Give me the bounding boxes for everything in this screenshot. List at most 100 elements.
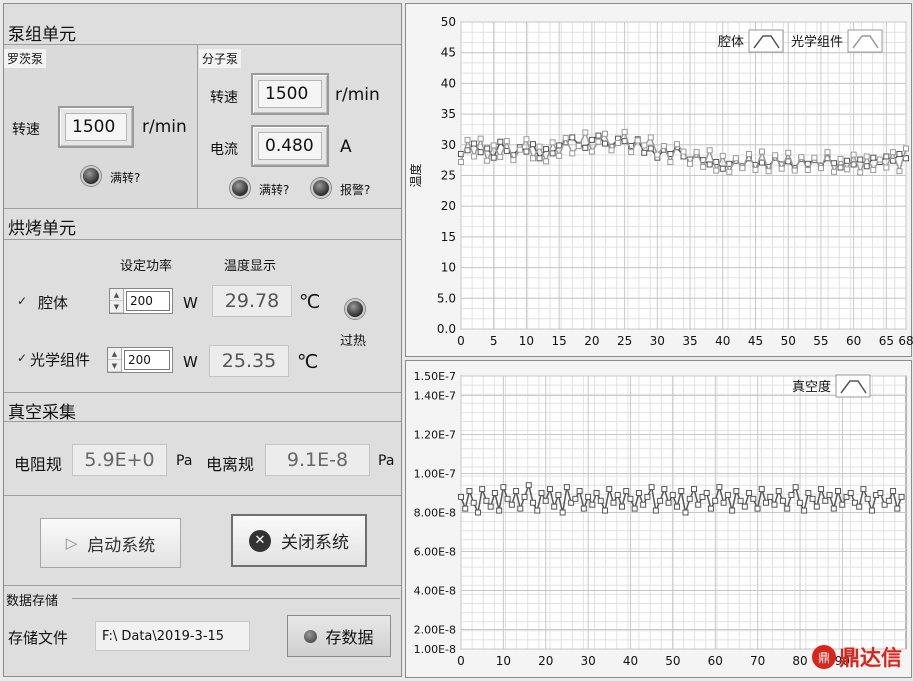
data-point bbox=[477, 149, 484, 156]
resistance-gauge-label: 电阻规 bbox=[14, 455, 63, 474]
data-point bbox=[628, 149, 635, 156]
optics-checkbox[interactable]: ✓ bbox=[16, 352, 28, 364]
data-point bbox=[752, 166, 759, 173]
data-point bbox=[504, 495, 511, 502]
x-tick-label: 0 bbox=[457, 654, 465, 668]
optics-label: 光学组件 bbox=[30, 351, 91, 369]
roots-full-speed-led bbox=[81, 166, 101, 186]
y-tick-label: 1.20E-7 bbox=[414, 429, 456, 442]
optics-power-value[interactable]: 200 bbox=[124, 350, 170, 370]
data-point bbox=[556, 152, 563, 159]
data-point bbox=[784, 505, 791, 512]
play-icon: ▷ bbox=[65, 534, 78, 552]
x-tick-label: 40 bbox=[715, 334, 730, 348]
data-point bbox=[582, 129, 589, 136]
increment-icon[interactable]: ▲ bbox=[110, 289, 123, 301]
chamber-temp-unit: ℃ bbox=[299, 291, 321, 313]
data-point bbox=[739, 165, 746, 172]
data-point bbox=[631, 505, 638, 512]
data-point bbox=[589, 501, 596, 508]
data-point bbox=[680, 148, 687, 155]
increment-icon[interactable]: ▲ bbox=[108, 348, 121, 360]
data-point bbox=[788, 491, 795, 498]
y-tick-label: 2.00E-8 bbox=[414, 624, 456, 637]
data-point bbox=[543, 158, 550, 165]
data-point bbox=[458, 158, 464, 165]
data-point bbox=[857, 156, 864, 163]
data-point bbox=[771, 501, 778, 508]
x-tick-label: 60 bbox=[846, 334, 861, 348]
x-tick-label: 40 bbox=[623, 654, 638, 668]
data-point bbox=[726, 168, 733, 175]
chamber-temp-display: 29.78 bbox=[212, 285, 292, 317]
data-point bbox=[870, 166, 877, 173]
data-point bbox=[674, 503, 681, 510]
data-point bbox=[837, 155, 844, 162]
data-point bbox=[772, 152, 779, 159]
data-point bbox=[864, 495, 871, 502]
x-tick-label: 65 bbox=[879, 334, 894, 348]
molecular-full-speed-label: 满转? bbox=[259, 183, 290, 197]
x-tick-label: 35 bbox=[682, 334, 697, 348]
data-point bbox=[569, 150, 576, 157]
data-point bbox=[706, 147, 713, 154]
data-point bbox=[546, 486, 553, 493]
chamber-power-value[interactable]: 200 bbox=[126, 291, 170, 311]
data-point bbox=[585, 493, 592, 500]
close-icon: ✕ bbox=[249, 529, 271, 552]
data-point bbox=[678, 488, 685, 495]
optics-temp-unit: ℃ bbox=[297, 351, 319, 373]
x-tick-label: 0 bbox=[457, 334, 465, 348]
legend-swatch bbox=[847, 29, 883, 53]
data-point bbox=[497, 154, 504, 161]
chamber-power-spinner[interactable]: ▲ ▼ 200 bbox=[109, 288, 173, 314]
y-tick-label: 40 bbox=[441, 76, 456, 90]
data-point bbox=[588, 148, 595, 155]
data-point bbox=[503, 138, 510, 145]
save-data-button[interactable]: 存数据 bbox=[287, 615, 391, 657]
chamber-checkbox[interactable]: ✓ bbox=[16, 295, 28, 307]
data-point bbox=[551, 503, 558, 510]
data-point bbox=[745, 151, 752, 158]
start-system-button[interactable]: ▷ 启动系统 bbox=[40, 518, 181, 568]
data-point bbox=[634, 137, 641, 144]
data-point bbox=[863, 163, 870, 170]
data-point bbox=[877, 490, 884, 496]
data-point bbox=[754, 505, 761, 512]
data-point bbox=[525, 482, 532, 489]
data-point bbox=[479, 486, 486, 493]
data-point bbox=[805, 490, 812, 496]
data-point bbox=[839, 501, 846, 508]
data-point bbox=[487, 503, 494, 510]
vacuum-chart: 0 10 20 30 40 50 60 70 80 90 1.00E-8 2.00E-8 4.00E-8… bbox=[405, 360, 912, 678]
data-point bbox=[826, 491, 833, 498]
storage-file-input[interactable]: F:\ Data\2019-3-15 bbox=[95, 621, 250, 651]
divider bbox=[4, 421, 401, 422]
data-point bbox=[669, 491, 676, 498]
data-point bbox=[635, 490, 642, 496]
data-point bbox=[608, 147, 615, 154]
stop-system-button[interactable]: ✕ 关闭系统 bbox=[231, 514, 367, 567]
decrement-icon[interactable]: ▼ bbox=[108, 360, 121, 372]
data-point bbox=[667, 158, 674, 165]
decrement-icon[interactable]: ▼ bbox=[110, 301, 123, 313]
data-point bbox=[503, 147, 510, 154]
y-tick-label: 0.0 bbox=[437, 322, 456, 336]
data-point bbox=[889, 149, 896, 156]
molecular-speed-label: 转速 bbox=[210, 90, 238, 106]
x-tick-label: 30 bbox=[581, 654, 596, 668]
optics-power-spinner[interactable]: ▲ ▼ 200 bbox=[107, 347, 173, 373]
roots-pump-title: 罗茨泵 bbox=[4, 49, 47, 68]
data-point bbox=[703, 490, 710, 496]
data-point bbox=[464, 136, 471, 143]
data-point bbox=[733, 488, 740, 495]
legend-label: 腔体 bbox=[718, 35, 744, 50]
x-tick-label: 50 bbox=[781, 334, 796, 348]
roots-full-speed-label: 满转? bbox=[110, 171, 141, 185]
molecular-pump-title: 分子泵 bbox=[199, 49, 242, 68]
temperature-chart: 0 5 10 15 20 25 30 35 40 45 50 55 60 65 68 0.0 5.0 10 15 20… bbox=[405, 3, 913, 357]
data-point bbox=[648, 484, 655, 491]
y-tick-label: 20 bbox=[441, 199, 456, 213]
data-point bbox=[516, 146, 523, 153]
data-point bbox=[817, 165, 824, 172]
